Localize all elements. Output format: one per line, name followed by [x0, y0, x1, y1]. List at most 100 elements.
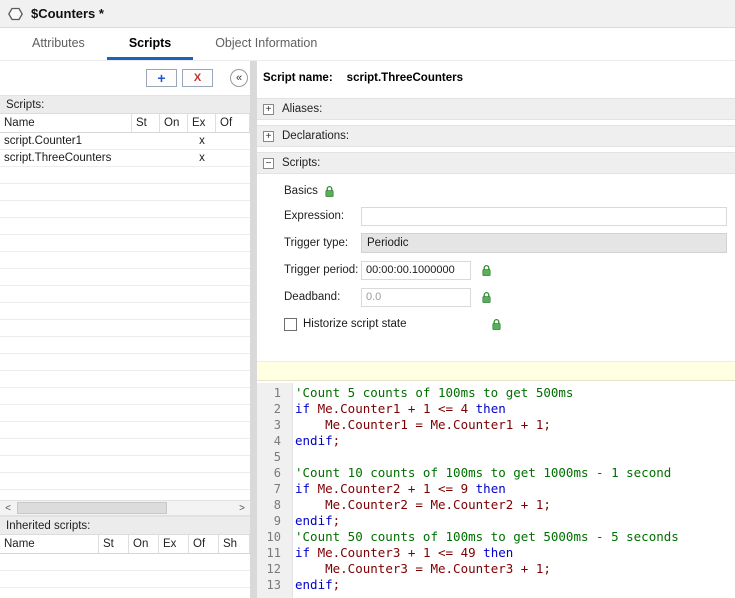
code-line[interactable]: 12 Me.Counter3 = Me.Counter3 + 1; [257, 561, 735, 577]
code-line[interactable]: 2if Me.Counter1 + 1 <= 4 then [257, 401, 735, 417]
code-line[interactable]: 7if Me.Counter2 + 1 <= 9 then [257, 481, 735, 497]
delete-script-button[interactable]: X [182, 69, 213, 87]
code-line[interactable]: 13endif; [257, 577, 735, 593]
column-header-name[interactable]: Name [0, 114, 132, 132]
titlebar: $Counters * [0, 0, 735, 28]
column-header-st[interactable]: St [99, 535, 129, 553]
column-header-st[interactable]: St [132, 114, 160, 132]
code-token [295, 417, 325, 432]
script-editor[interactable]: 1'Count 5 counts of 100ms to get 500ms2i… [257, 383, 735, 598]
empty-row [0, 439, 250, 456]
empty-row [0, 554, 250, 571]
code-token: endif [295, 577, 333, 592]
script-name-cell: script.Counter1 [0, 135, 132, 147]
basics-lock-icon[interactable] [324, 185, 335, 198]
code-token: + 1; [513, 497, 551, 512]
code-token: if [295, 481, 318, 496]
scripts-list-label: Scripts: [0, 95, 250, 114]
empty-row [0, 337, 250, 354]
panel-splitter[interactable] [250, 61, 257, 598]
line-number: 9 [257, 513, 289, 529]
tab-attributes[interactable]: Attributes [10, 28, 107, 60]
code-text: 'Count 10 counts of 100ms to get 1000ms … [289, 465, 671, 481]
add-script-button[interactable]: + [146, 69, 177, 87]
column-header-name[interactable]: Name [0, 535, 99, 553]
tab-scripts[interactable]: Scripts [107, 28, 193, 60]
column-header-sh[interactable]: Sh [219, 535, 250, 553]
script-row[interactable]: script.ThreeCountersx [0, 150, 250, 167]
code-area[interactable]: 1'Count 5 counts of 100ms to get 500ms2i… [257, 383, 735, 593]
lock-icon[interactable] [481, 291, 492, 304]
column-header-ex[interactable]: Ex [188, 114, 216, 132]
code-line[interactable]: 6'Count 10 counts of 100ms to get 1000ms… [257, 465, 735, 481]
scrollbar-thumb[interactable] [17, 502, 167, 514]
deadband-input[interactable]: 0.0 [361, 288, 471, 307]
line-number: 11 [257, 545, 289, 561]
script-row[interactable]: script.Counter1x [0, 133, 250, 150]
code-token: ; [333, 513, 341, 528]
code-line[interactable]: 9endif; [257, 513, 735, 529]
line-number: 6 [257, 465, 289, 481]
code-token [295, 497, 325, 512]
horizontal-scrollbar[interactable]: < > [0, 500, 250, 516]
empty-row [0, 303, 250, 320]
code-token: = [408, 561, 431, 576]
expand-icon[interactable]: + [263, 104, 274, 115]
code-line[interactable]: 10'Count 50 counts of 100ms to get 5000m… [257, 529, 735, 545]
expand-icon[interactable]: + [263, 131, 274, 142]
code-text: endif; [289, 433, 340, 449]
line-number: 1 [257, 385, 289, 401]
code-token: + 1; [513, 561, 551, 576]
column-header-of[interactable]: Of [216, 114, 250, 132]
tab-object-information[interactable]: Object Information [193, 28, 339, 60]
historize-label: Historize script state [303, 318, 407, 330]
column-header-ex[interactable]: Ex [159, 535, 189, 553]
section-bars: +Aliases: +Declarations: −Scripts: [257, 98, 735, 179]
section-scripts[interactable]: −Scripts: [257, 152, 735, 174]
code-token: endif [295, 433, 333, 448]
empty-row [0, 405, 250, 422]
code-line[interactable]: 8 Me.Counter2 = Me.Counter2 + 1; [257, 497, 735, 513]
expression-input[interactable] [361, 207, 727, 226]
code-line[interactable]: 11if Me.Counter3 + 1 <= 49 then [257, 545, 735, 561]
trigger-type-select[interactable]: Periodic [361, 233, 727, 253]
trigger-period-input[interactable]: 00:00:00.1000000 [361, 261, 471, 280]
empty-row [0, 422, 250, 439]
empty-row [0, 456, 250, 473]
lock-icon[interactable] [481, 264, 492, 277]
deadband-label: Deadband: [284, 291, 361, 303]
code-token: Me.Counter2 [318, 481, 401, 496]
section-aliases[interactable]: +Aliases: [257, 98, 735, 120]
code-token: + 1 <= 4 [400, 401, 475, 416]
scroll-right-button[interactable]: > [234, 501, 250, 515]
code-token: + 1 <= 9 [400, 481, 475, 496]
object-hexagon-icon [8, 7, 23, 21]
lock-icon[interactable] [491, 318, 502, 331]
deadband-lock [481, 291, 492, 304]
empty-row [0, 490, 250, 500]
code-token: = [408, 417, 431, 432]
column-header-on[interactable]: On [160, 114, 188, 132]
code-line[interactable]: 5 [257, 449, 735, 465]
collapse-panel-button[interactable]: « [230, 69, 248, 87]
historize-checkbox[interactable] [284, 318, 297, 331]
column-header-of[interactable]: Of [189, 535, 219, 553]
code-token: if [295, 545, 318, 560]
line-number: 4 [257, 433, 289, 449]
code-token: + 1; [513, 417, 551, 432]
code-line[interactable]: 3 Me.Counter1 = Me.Counter1 + 1; [257, 417, 735, 433]
code-token: + 1 <= 49 [400, 545, 483, 560]
empty-row [0, 286, 250, 303]
code-line[interactable]: 4endif; [257, 433, 735, 449]
section-declarations[interactable]: +Declarations: [257, 125, 735, 147]
scripts-list-panel: + X « Scripts: NameStOnExOf script.Count… [0, 61, 250, 598]
scroll-left-button[interactable]: < [0, 501, 16, 515]
collapse-icon[interactable]: − [263, 158, 274, 169]
code-text: Me.Counter1 = Me.Counter1 + 1; [289, 417, 551, 433]
column-header-on[interactable]: On [129, 535, 159, 553]
empty-row [0, 354, 250, 371]
empty-row [0, 235, 250, 252]
content: + X « Scripts: NameStOnExOf script.Count… [0, 61, 735, 598]
code-token: Me.Counter3 [430, 561, 513, 576]
code-line[interactable]: 1'Count 5 counts of 100ms to get 500ms [257, 385, 735, 401]
